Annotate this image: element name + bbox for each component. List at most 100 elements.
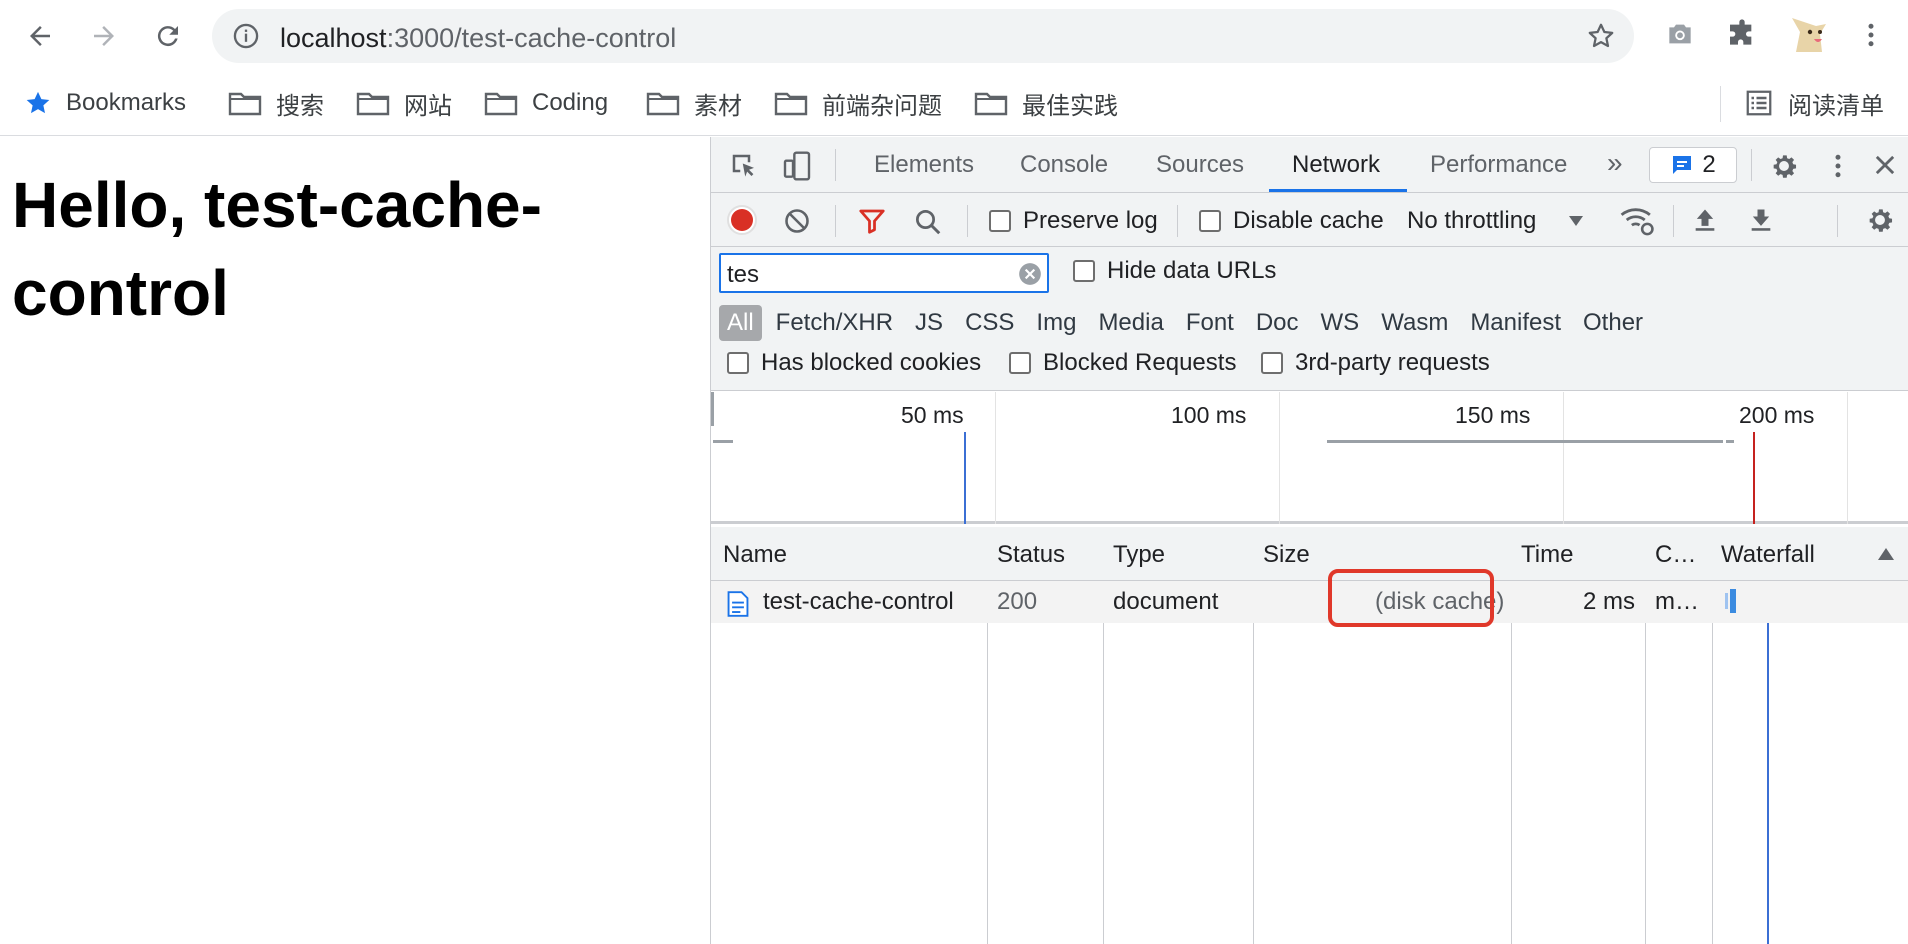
overview-request-bar — [1327, 440, 1723, 443]
toolbar-divider — [835, 205, 836, 237]
record-button[interactable] — [727, 205, 757, 235]
toolbar-divider — [967, 205, 968, 237]
bookmark-folder-assets[interactable]: 素材 — [646, 84, 742, 122]
reload-button[interactable] — [146, 16, 190, 56]
column-header-time[interactable]: Time — [1521, 541, 1573, 569]
bookmark-folder-coding[interactable]: Coding — [484, 84, 608, 122]
export-har-download-icon[interactable] — [1747, 205, 1775, 235]
filter-funnel-icon[interactable] — [857, 205, 887, 237]
device-toolbar-icon[interactable] — [781, 149, 813, 183]
bookmark-folder-frontend[interactable]: 前端杂问题 — [774, 84, 942, 122]
type-filter-other[interactable]: Other — [1575, 305, 1651, 341]
network-conditions-icon[interactable] — [1619, 203, 1655, 237]
throttling-value: No throttling — [1407, 207, 1537, 234]
reading-list-icon — [1746, 90, 1772, 116]
request-name: test-cache-control — [763, 588, 954, 615]
type-filter-img[interactable]: Img — [1028, 305, 1084, 341]
type-filter-wasm[interactable]: Wasm — [1373, 305, 1456, 341]
devtools-more-icon[interactable] — [1823, 149, 1853, 183]
tab-divider — [1751, 149, 1752, 181]
filter-input-value: tes — [727, 261, 760, 288]
reading-list-button[interactable]: 阅读清单 — [1744, 84, 1884, 122]
disable-cache-checkbox[interactable]: Disable cache — [1199, 207, 1384, 235]
column-header-c[interactable]: C… — [1655, 541, 1696, 569]
table-row[interactable]: test-cache-control 200 document (disk ca… — [711, 581, 1908, 623]
filter-bar: tes Hide data URLs All Fetch/XHR JS CSS … — [711, 247, 1908, 391]
checkbox-box — [727, 352, 749, 374]
request-time: 2 ms — [1583, 588, 1636, 615]
type-filter-js[interactable]: JS — [907, 305, 951, 341]
bookmark-star-icon[interactable] — [1586, 21, 1616, 51]
back-button[interactable] — [18, 16, 62, 56]
camera-icon[interactable] — [1664, 18, 1696, 50]
folder-icon — [228, 92, 262, 116]
import-har-upload-icon[interactable] — [1691, 205, 1719, 235]
third-party-requests-checkbox[interactable]: 3rd-party requests — [1261, 349, 1490, 377]
bookmark-folder-best-practices[interactable]: 最佳实践 — [974, 84, 1118, 122]
url-path: :3000/test-cache-control — [386, 23, 677, 53]
requests-table: Name Status Type Size Time C… Waterfall … — [711, 527, 1908, 944]
tab-network[interactable]: Network — [1292, 151, 1380, 179]
network-overview-timeline[interactable]: 50 ms 100 ms 150 ms 200 ms — [711, 392, 1908, 524]
address-bar[interactable]: localhost:3000/test-cache-control — [212, 9, 1634, 63]
waterfall-queue-bar — [1725, 593, 1728, 609]
overview-selection-handle[interactable] — [711, 392, 714, 426]
dog-avatar-icon — [1792, 18, 1826, 52]
size-highlight-annotation — [1328, 569, 1494, 627]
waterfall-timing-bar — [1730, 589, 1736, 613]
url-text[interactable]: localhost:3000/test-cache-control — [280, 23, 676, 54]
tab-elements[interactable]: Elements — [874, 151, 974, 179]
bookmark-label: 网站 — [404, 92, 452, 120]
type-filter-all[interactable]: All — [719, 305, 762, 341]
issues-count: 2 — [1702, 151, 1716, 178]
request-status: 200 — [997, 588, 1038, 615]
info-icon[interactable] — [232, 22, 260, 50]
filter-input[interactable]: tes — [719, 253, 1049, 293]
bookmark-item-bookmarks[interactable]: Bookmarks — [24, 84, 186, 122]
tab-console[interactable]: Console — [1020, 151, 1108, 179]
column-header-name[interactable]: Name — [723, 541, 787, 569]
type-filter-manifest[interactable]: Manifest — [1462, 305, 1569, 341]
tab-sources[interactable]: Sources — [1156, 151, 1244, 179]
bookmark-label: 最佳实践 — [1022, 92, 1118, 120]
bookmark-folder-websites[interactable]: 网站 — [356, 84, 452, 122]
column-header-type[interactable]: Type — [1113, 541, 1165, 569]
close-icon[interactable] — [1871, 151, 1899, 179]
clear-filter-icon[interactable] — [1017, 261, 1043, 287]
overview-tick-label: 200 ms — [1739, 402, 1815, 428]
network-toolbar: Preserve log Disable cache No throttling — [711, 193, 1908, 247]
has-blocked-cookies-checkbox[interactable]: Has blocked cookies — [727, 349, 981, 377]
hide-data-urls-checkbox[interactable]: Hide data URLs — [1073, 257, 1276, 285]
more-tabs-chevron-icon[interactable]: » — [1607, 147, 1623, 179]
extensions-puzzle-icon[interactable] — [1726, 18, 1758, 50]
sort-ascending-icon[interactable] — [1877, 547, 1895, 561]
profile-avatar[interactable] — [1786, 12, 1830, 56]
type-filter-media[interactable]: Media — [1090, 305, 1171, 341]
clear-icon[interactable] — [783, 207, 811, 235]
issues-badge[interactable]: 2 — [1649, 147, 1737, 183]
throttling-select[interactable]: No throttling — [1407, 207, 1584, 235]
search-icon[interactable] — [913, 207, 943, 237]
bookmark-folder-search[interactable]: 搜索 — [228, 84, 324, 122]
folder-icon — [774, 92, 808, 116]
type-filter-doc[interactable]: Doc — [1248, 305, 1307, 341]
type-filter-fetch-xhr[interactable]: Fetch/XHR — [768, 305, 901, 341]
tab-performance[interactable]: Performance — [1430, 151, 1567, 179]
settings-gear-icon[interactable] — [1767, 149, 1801, 183]
forward-button[interactable] — [82, 16, 126, 56]
preserve-log-checkbox[interactable]: Preserve log — [989, 207, 1158, 235]
column-header-size[interactable]: Size — [1263, 541, 1310, 569]
network-settings-gear-icon[interactable] — [1863, 203, 1897, 237]
has-blocked-cookies-label: Has blocked cookies — [761, 349, 982, 376]
blocked-requests-checkbox[interactable]: Blocked Requests — [1009, 349, 1236, 377]
type-filter-css[interactable]: CSS — [957, 305, 1022, 341]
overview-gridline — [1563, 392, 1564, 524]
more-vert-icon[interactable] — [1856, 18, 1886, 52]
column-header-waterfall[interactable]: Waterfall — [1721, 541, 1815, 569]
column-header-status[interactable]: Status — [997, 541, 1065, 569]
type-filter-ws[interactable]: WS — [1313, 305, 1368, 341]
disable-cache-label: Disable cache — [1233, 207, 1384, 234]
inspect-element-icon[interactable] — [729, 151, 759, 181]
type-filter-font[interactable]: Font — [1178, 305, 1242, 341]
message-icon — [1673, 156, 1692, 174]
